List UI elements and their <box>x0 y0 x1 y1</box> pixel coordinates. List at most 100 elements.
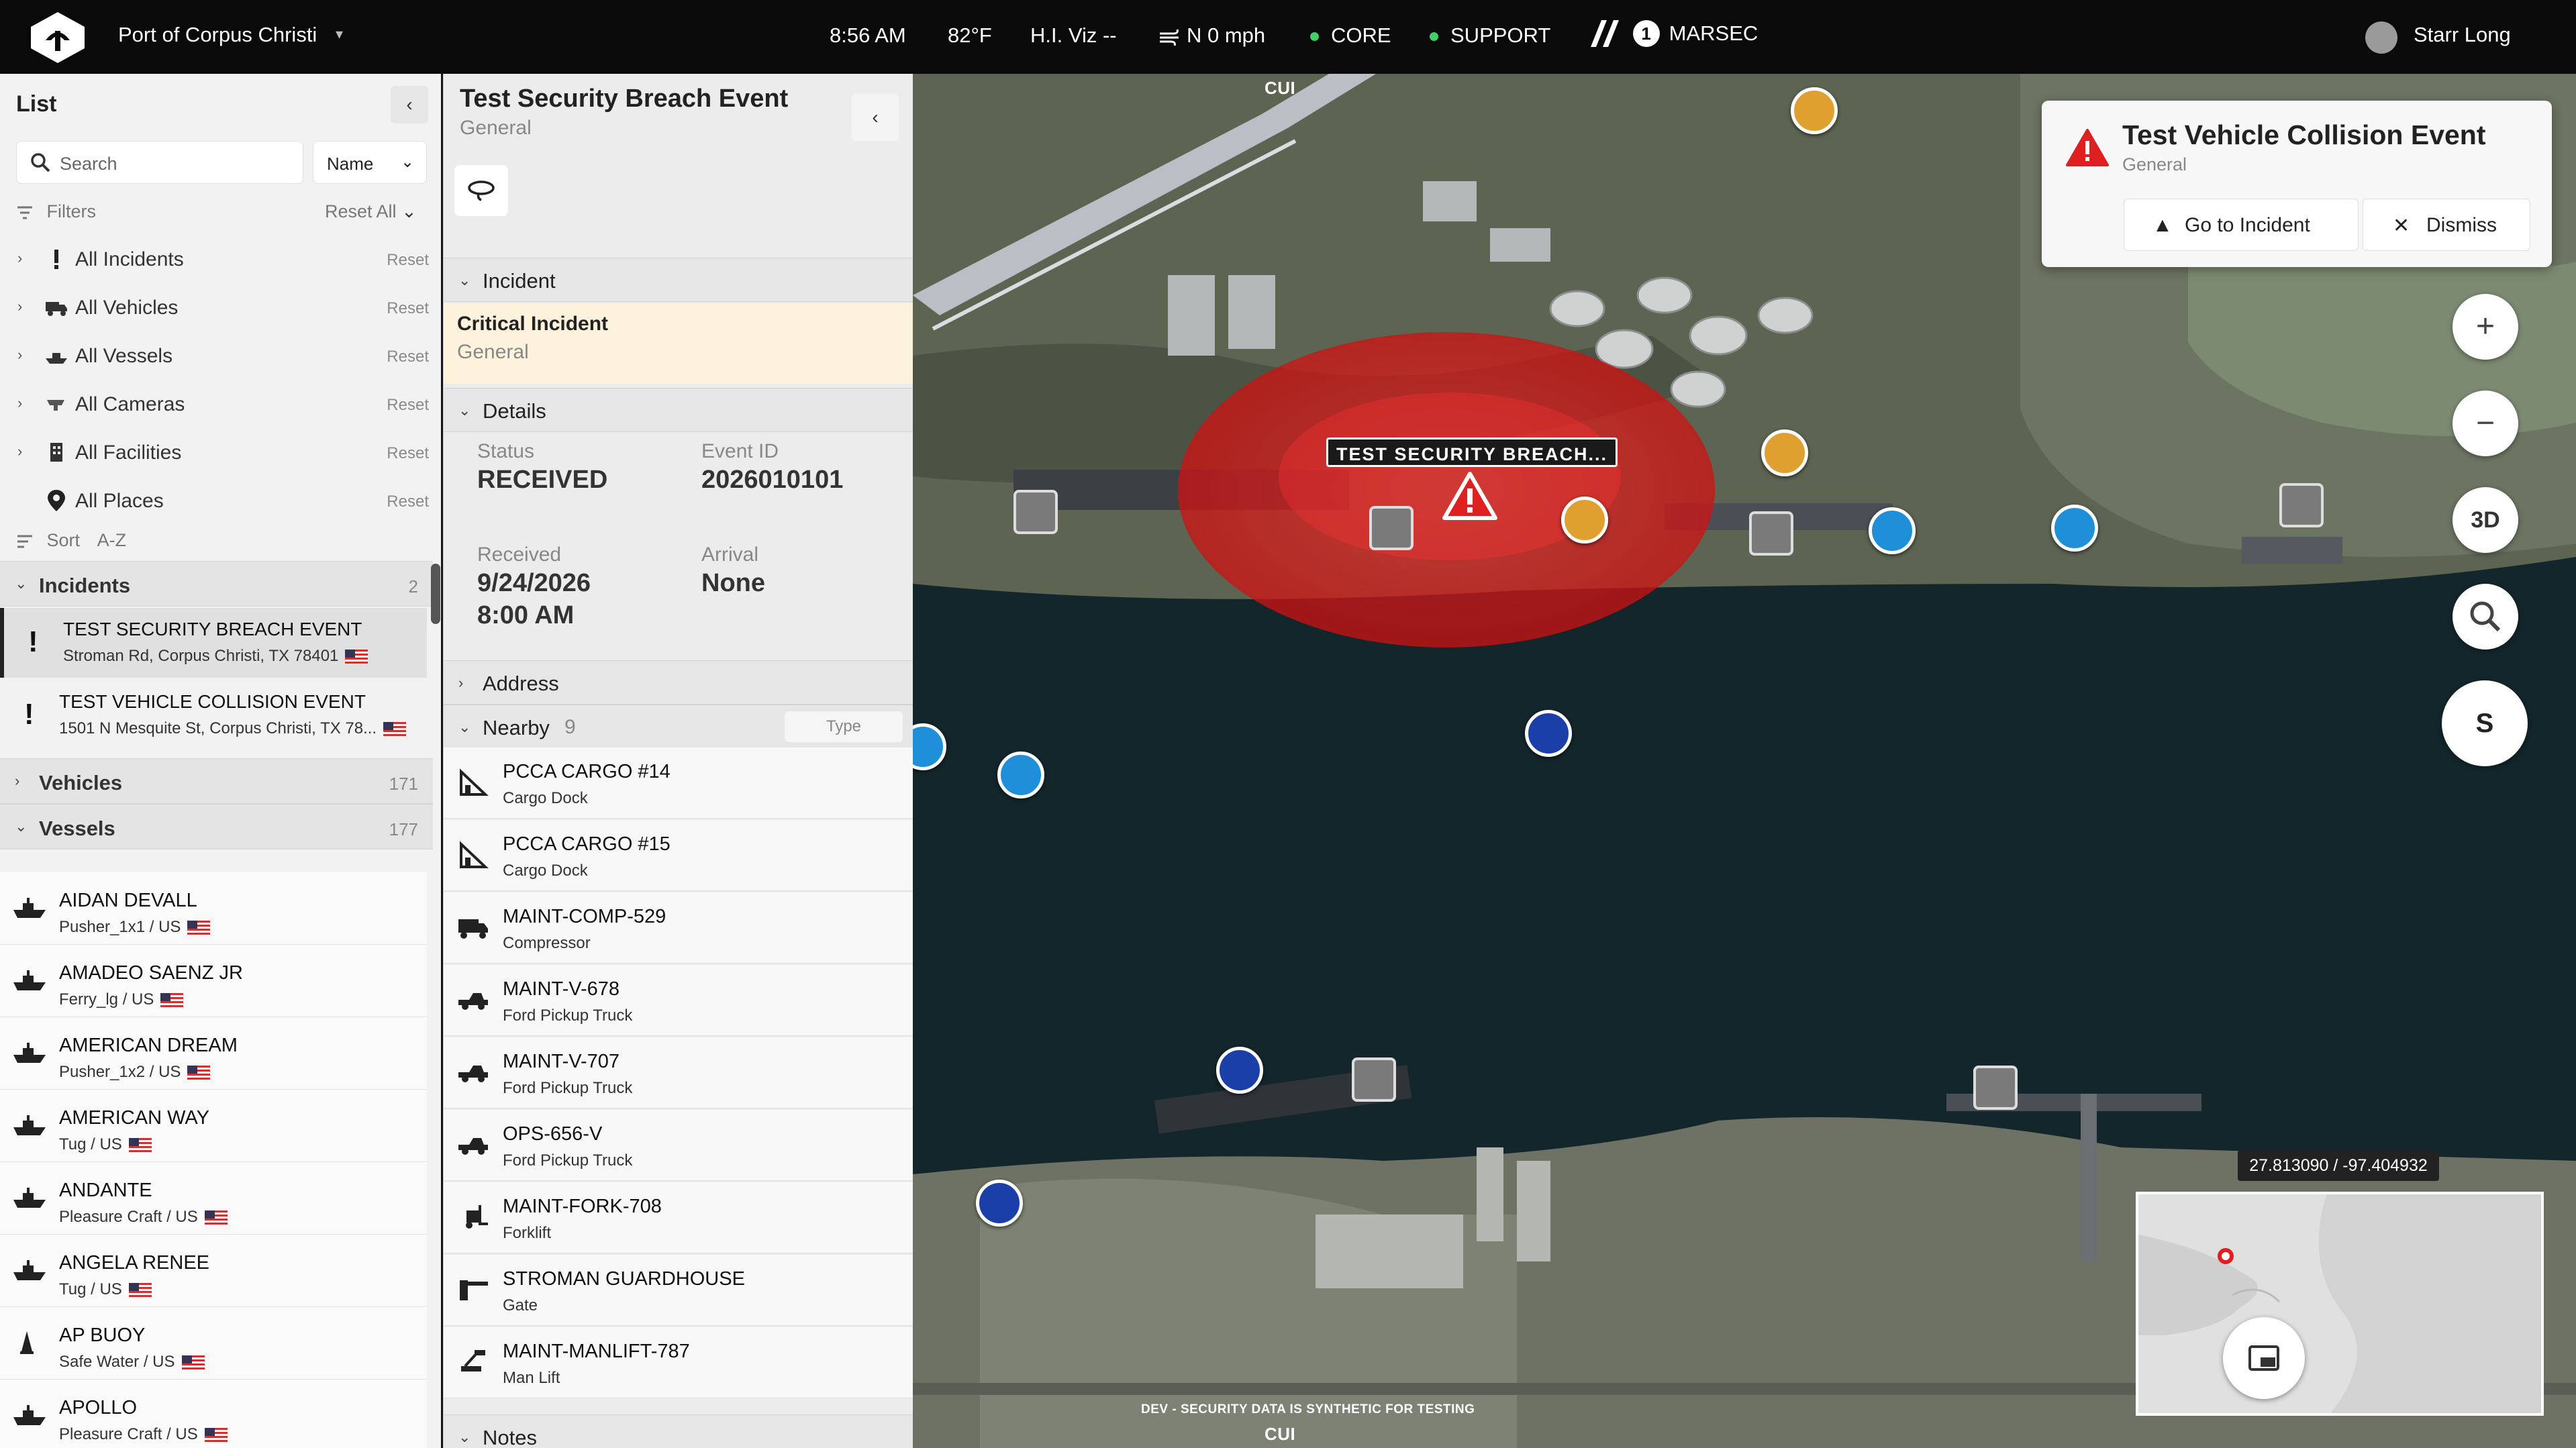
nearby-type-sort-button[interactable]: Type <box>785 711 903 742</box>
filter-reset-button[interactable]: Reset <box>387 493 429 511</box>
filter-all-facilities[interactable]: › All Facilities Reset <box>0 428 441 476</box>
incident-row[interactable]: ! TEST VEHICLE COLLISION EVENT 1501 N Me… <box>0 680 427 750</box>
nearby-title: PCCA CARGO #15 <box>503 833 671 855</box>
vessel-row[interactable]: AMERICAN WAY Tug / US <box>0 1090 427 1162</box>
port-logo-icon[interactable] <box>28 11 87 64</box>
nearby-row[interactable]: STROMAN GUARDHOUSE Gate <box>444 1255 913 1326</box>
marsec-indicator[interactable]: 1 MARSEC <box>1588 19 1758 48</box>
collapse-list-button[interactable]: ‹ <box>391 86 428 123</box>
vessel-row[interactable]: AIDAN DEVALL Pusher_1x1 / US <box>0 872 427 945</box>
section-incidents[interactable]: ⌄ Incidents 2 <box>0 561 433 607</box>
filter-reset-button[interactable]: Reset <box>387 348 429 366</box>
filter-all-cameras[interactable]: › All Cameras Reset <box>0 380 441 428</box>
vehicle-marker-icon[interactable] <box>1761 429 1808 476</box>
vessel-row[interactable]: APOLLO Pleasure Craft / US <box>0 1380 427 1448</box>
go-to-incident-button[interactable]: ▲ Go to Incident <box>2124 199 2359 251</box>
vessel-row[interactable]: AP BUOY Safe Water / US <box>0 1307 427 1380</box>
filter-reset-button[interactable]: Reset <box>387 299 429 318</box>
us-flag-icon <box>187 920 211 935</box>
pickup-truck-icon <box>458 993 488 1010</box>
section-notes[interactable]: ⌄ Notes <box>444 1414 913 1448</box>
nearby-row[interactable]: MAINT-V-678 Ford Pickup Truck <box>444 965 913 1036</box>
dock-marker-icon[interactable] <box>1369 506 1414 550</box>
breach-map-label[interactable]: TEST SECURITY BREACH... <box>1326 437 1618 467</box>
wind-icon <box>1160 29 1179 46</box>
nearby-subtitle: Gate <box>503 1296 538 1314</box>
section-incident[interactable]: ⌄ Incident <box>444 258 913 302</box>
navigate-arrow-icon: ▲ <box>2152 214 2173 236</box>
picture-in-picture-button[interactable] <box>2223 1317 2305 1399</box>
vessel-marker-icon[interactable] <box>1869 507 1916 554</box>
security-patrol-marker-icon[interactable] <box>976 1180 1023 1227</box>
chevron-right-icon[interactable]: › <box>17 443 22 460</box>
heat-index: H.I. Viz -- <box>1030 23 1117 47</box>
section-vessels[interactable]: ⌄ Vessels 177 <box>0 804 433 849</box>
map-search-button[interactable] <box>2453 584 2518 650</box>
nearby-row[interactable]: MAINT-V-707 Ford Pickup Truck <box>444 1037 913 1108</box>
search-input[interactable]: Search <box>16 141 303 184</box>
filter-reset-button[interactable]: Reset <box>387 251 429 270</box>
vessel-row[interactable]: ANDANTE Pleasure Craft / US <box>0 1162 427 1235</box>
vessel-row[interactable]: AMADEO SAENZ JR Ferry_lg / US <box>0 945 427 1017</box>
nearby-row[interactable]: MAINT-MANLIFT-787 Man Lift <box>444 1327 913 1398</box>
status-support[interactable]: SUPPORT <box>1430 23 1550 48</box>
lasso-button[interactable] <box>454 165 508 216</box>
collapse-detail-button[interactable]: ‹ <box>852 94 899 141</box>
avatar[interactable] <box>2365 21 2397 54</box>
anchor-marker-icon[interactable] <box>1352 1057 1396 1102</box>
compass-button[interactable]: S <box>2442 680 2528 766</box>
chevron-right-icon[interactable]: › <box>17 395 22 412</box>
filter-all-vessels[interactable]: › All Vessels Reset <box>0 331 441 380</box>
vessel-marker-icon[interactable] <box>2051 505 2098 552</box>
zoom-out-button[interactable]: − <box>2453 391 2518 456</box>
vessel-row[interactable]: AMERICAN DREAM Pusher_1x2 / US <box>0 1017 427 1090</box>
filter-reset-button[interactable]: Reset <box>387 396 429 415</box>
chevron-down-icon[interactable]: ▾ <box>336 25 343 43</box>
incident-row[interactable]: ! TEST SECURITY BREACH EVENT Stroman Rd,… <box>0 608 427 678</box>
filter-reset-button[interactable]: Reset <box>387 444 429 463</box>
security-patrol-marker-icon[interactable] <box>1525 710 1572 757</box>
sort-row[interactable]: Sort A-Z <box>16 530 126 551</box>
section-details[interactable]: ⌄ Details <box>444 388 913 432</box>
security-patrol-marker-icon[interactable] <box>1216 1047 1263 1094</box>
dismiss-button[interactable]: ✕ Dismiss <box>2363 199 2530 251</box>
vessel-marker-icon[interactable] <box>997 752 1044 798</box>
nearby-row[interactable]: OPS-656-V Ford Pickup Truck <box>444 1110 913 1181</box>
facility-marker-icon[interactable] <box>1973 1066 2018 1110</box>
minimap[interactable] <box>2136 1192 2544 1416</box>
zoom-in-button[interactable]: + <box>2453 294 2518 360</box>
nearby-row[interactable]: PCCA CARGO #14 Cargo Dock <box>444 747 913 819</box>
nearby-row[interactable]: PCCA CARGO #15 Cargo Dock <box>444 820 913 891</box>
section-address[interactable]: › Address <box>444 660 913 705</box>
user-name[interactable]: Starr Long <box>2414 23 2511 47</box>
vehicle-marker-icon[interactable] <box>1791 87 1838 134</box>
chevron-right-icon[interactable]: › <box>17 250 22 267</box>
map-view[interactable]: CUI CUI DEV - SECURITY DATA IS SYNTHETIC… <box>913 74 2576 1448</box>
dock-marker-icon[interactable] <box>1749 511 1793 556</box>
reset-all-button[interactable]: Reset All ⌄ <box>325 201 417 222</box>
filter-all-vehicles[interactable]: › All Vehicles Reset <box>0 283 441 331</box>
vehicle-marker-icon[interactable] <box>1561 497 1608 544</box>
section-vehicles[interactable]: › Vehicles 171 <box>0 758 433 804</box>
filter-all-places[interactable]: All Places Reset <box>0 476 441 525</box>
exclamation-icon: ! <box>28 625 38 658</box>
chevron-right-icon[interactable]: › <box>17 298 22 315</box>
nearby-row[interactable]: MAINT-FORK-708 Forklift <box>444 1182 913 1253</box>
sort-field-select[interactable]: Name ⌄ <box>313 141 427 184</box>
us-flag-icon <box>160 992 184 1008</box>
view-3d-button[interactable]: 3D <box>2453 487 2518 553</box>
tug-icon <box>13 1115 46 1135</box>
chevron-down-icon: ⌄ <box>401 201 417 221</box>
dock-icon <box>460 768 489 796</box>
port-name[interactable]: Port of Corpus Christi <box>118 23 317 47</box>
alert-marker-icon[interactable] <box>1442 471 1498 523</box>
nearby-row[interactable]: MAINT-COMP-529 Compressor <box>444 892 913 964</box>
chevron-down-icon: ⌄ <box>458 719 471 735</box>
chevron-right-icon[interactable]: › <box>17 346 22 364</box>
filter-all-incidents[interactable]: › All Incidents Reset <box>0 235 441 283</box>
status-core[interactable]: CORE <box>1310 23 1391 48</box>
facility-marker-icon[interactable] <box>2279 483 2324 527</box>
dock-marker-icon[interactable] <box>1013 490 1058 534</box>
list-scrollbar[interactable] <box>431 564 440 624</box>
vessel-row[interactable]: ANGELA RENEE Tug / US <box>0 1235 427 1307</box>
